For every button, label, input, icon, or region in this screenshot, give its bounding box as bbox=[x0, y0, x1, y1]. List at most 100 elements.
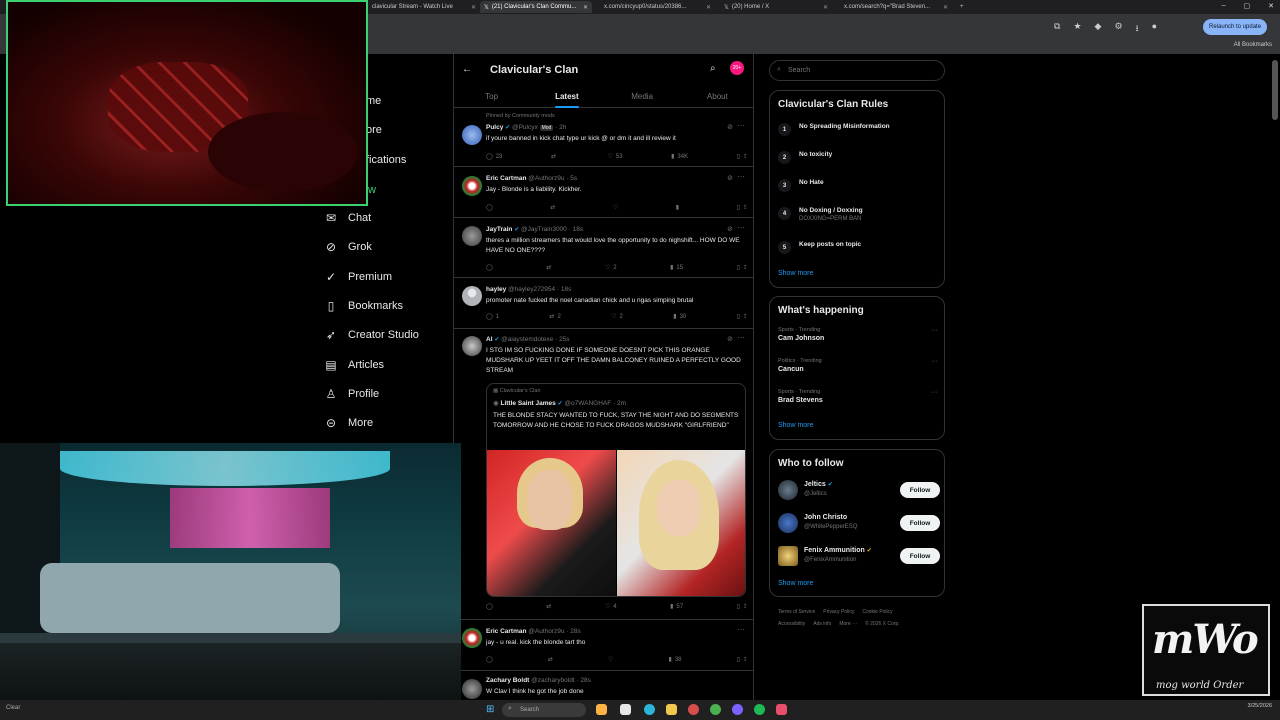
taskbar-search[interactable]: ⌕ Search bbox=[502, 703, 586, 717]
nav-partial-explore[interactable]: ore bbox=[366, 124, 382, 136]
quote-image-right[interactable] bbox=[617, 450, 745, 596]
app-icon[interactable] bbox=[596, 704, 607, 715]
reply-button[interactable]: ◯ bbox=[486, 603, 493, 610]
browser-tab[interactable]: 𝕏 (20) Home / X ✕ bbox=[720, 1, 832, 13]
views-button[interactable]: ▮ 38 bbox=[669, 656, 682, 664]
browser-tab[interactable]: clavicular Stream - Watch Live ✕ bbox=[368, 1, 480, 13]
author-name[interactable]: Zachary Boldt bbox=[486, 677, 529, 684]
tab-top[interactable]: Top bbox=[454, 86, 529, 107]
close-icon[interactable]: ✕ bbox=[471, 4, 476, 11]
nav-chat[interactable]: ✉ Chat bbox=[324, 211, 371, 225]
post[interactable]: Eric Cartman @Authorz9u · 5s ⊘ ··· Jay -… bbox=[454, 168, 753, 218]
relaunch-button[interactable]: Relaunch to update bbox=[1203, 19, 1268, 35]
trend-item[interactable]: Politics · Trending Cancun ··· bbox=[778, 358, 938, 373]
follow-suggestion[interactable]: Jeltics ✔ @Jeltics Follow bbox=[778, 478, 940, 502]
footer-link[interactable]: More ··· bbox=[839, 621, 857, 627]
author-handle[interactable]: @zacharyboldt bbox=[531, 677, 574, 684]
close-icon[interactable]: ✕ bbox=[943, 4, 948, 11]
app-icon[interactable] bbox=[776, 704, 787, 715]
new-tab-button[interactable]: + bbox=[956, 1, 970, 13]
browser-tab[interactable]: x.com/cincyup0/status/20386... ✕ bbox=[600, 1, 715, 13]
close-window-icon[interactable]: ✕ bbox=[1268, 2, 1274, 10]
avatar[interactable] bbox=[462, 226, 482, 246]
share-icon[interactable]: ⇪ bbox=[743, 204, 748, 211]
footer-link[interactable]: Terms of Service bbox=[778, 609, 815, 615]
reply-button[interactable]: ◯ 1 bbox=[486, 313, 499, 321]
nav-bookmarks[interactable]: ▯ Bookmarks bbox=[324, 299, 403, 313]
nav-partial-home[interactable]: me bbox=[366, 95, 381, 107]
nav-partial-follow[interactable]: w bbox=[368, 184, 376, 196]
profile-icon[interactable]: ● bbox=[1152, 21, 1157, 37]
post[interactable]: Pinned by Community mods Pulcy ✔ @Pulcyx… bbox=[454, 109, 753, 167]
share-icon[interactable]: ⇪ bbox=[743, 153, 748, 160]
extension-icon[interactable]: ◆ bbox=[1095, 21, 1102, 37]
follow-button[interactable]: Follow bbox=[900, 515, 940, 531]
system-tray[interactable]: 3/25/2026 bbox=[1248, 702, 1272, 710]
bookmark-icon[interactable]: ▯ bbox=[737, 204, 740, 211]
show-more-link[interactable]: Show more bbox=[778, 580, 813, 587]
edge-icon[interactable] bbox=[644, 704, 655, 715]
close-icon[interactable]: ✕ bbox=[583, 4, 588, 11]
more-icon[interactable]: ··· bbox=[737, 625, 745, 634]
author-handle[interactable]: @aiaystemdotexe bbox=[501, 336, 553, 343]
puzzle-icon[interactable]: ⚙ bbox=[1114, 21, 1122, 37]
repost-button[interactable]: ⇄ bbox=[551, 153, 559, 160]
back-arrow-icon[interactable]: ← bbox=[462, 64, 472, 75]
reply-button[interactable]: ◯ bbox=[486, 264, 493, 271]
show-more-link[interactable]: Show more bbox=[778, 270, 813, 277]
repost-button[interactable]: ⇄ bbox=[546, 264, 551, 271]
grok-icon[interactable]: ⊘ bbox=[727, 174, 733, 182]
grok-icon[interactable]: ⊘ bbox=[727, 335, 733, 343]
like-button[interactable]: ♡ 2 bbox=[611, 313, 623, 321]
avatar[interactable] bbox=[462, 628, 482, 648]
maximize-icon[interactable]: ▢ bbox=[1244, 2, 1251, 10]
weather-widget[interactable]: Clear bbox=[6, 705, 20, 711]
browser-tab[interactable]: x.com/search?q="Brad Steven... ✕ bbox=[840, 1, 952, 13]
app-icon[interactable] bbox=[688, 704, 699, 715]
reply-button[interactable]: ◯ 23 bbox=[486, 153, 502, 161]
show-more-link[interactable]: Show more bbox=[778, 422, 813, 429]
author-handle[interactable]: @Authorz9u bbox=[528, 175, 564, 182]
scrollbar[interactable] bbox=[1272, 60, 1278, 120]
bookmark-icon[interactable]: ▯ bbox=[737, 264, 740, 271]
more-icon[interactable]: ··· bbox=[737, 333, 745, 342]
more-icon[interactable]: ··· bbox=[737, 121, 745, 130]
star-icon[interactable]: ★ bbox=[1073, 21, 1081, 37]
quoted-post[interactable]: ▦ Clavicular's Clan ◉ Little Saint James… bbox=[486, 383, 746, 597]
search-input[interactable]: ⌕ Search bbox=[769, 60, 945, 81]
like-button[interactable]: ♡ bbox=[613, 204, 618, 211]
like-button[interactable]: ♡ 4 bbox=[605, 603, 617, 611]
follow-button[interactable]: Follow bbox=[900, 482, 940, 498]
repost-button[interactable]: ⇄ 2 bbox=[549, 313, 560, 321]
author-handle[interactable]: @Pulcyx bbox=[512, 124, 538, 131]
views-button[interactable]: ▮ 15 bbox=[670, 264, 683, 272]
tab-latest[interactable]: Latest bbox=[529, 86, 604, 107]
views-button[interactable]: ▮ 34K bbox=[671, 153, 688, 161]
footer-link[interactable]: Ads info bbox=[813, 621, 831, 627]
more-icon[interactable]: ··· bbox=[931, 327, 938, 334]
author-name[interactable]: JayTrain bbox=[486, 226, 512, 233]
chrome-icon[interactable] bbox=[710, 704, 721, 715]
minimize-icon[interactable]: – bbox=[1222, 2, 1226, 10]
nav-partial-notifications[interactable]: fications bbox=[366, 154, 406, 166]
app-icon[interactable] bbox=[620, 704, 631, 715]
nav-more[interactable]: ⊝ More bbox=[324, 416, 373, 430]
trend-item[interactable]: Sports · Trending Cam Johnson ··· bbox=[778, 327, 938, 342]
trend-item[interactable]: Sports · Trending Brad Stevens ··· bbox=[778, 389, 938, 404]
post[interactable]: Al ✔ @aiaystemdotexe · 25s ⊘ ··· I STG I… bbox=[454, 330, 753, 620]
tab-media[interactable]: Media bbox=[605, 86, 680, 107]
repost-button[interactable]: ⇄ bbox=[546, 603, 551, 610]
bookmark-icon[interactable]: ▯ bbox=[737, 313, 740, 320]
repost-button[interactable]: ⇄ bbox=[548, 656, 553, 663]
app-icon[interactable] bbox=[732, 704, 743, 715]
avatar[interactable] bbox=[778, 546, 798, 566]
share-icon[interactable]: ⇪ bbox=[743, 313, 748, 320]
more-icon[interactable]: ··· bbox=[931, 358, 938, 365]
grok-icon[interactable]: ⊘ bbox=[727, 225, 733, 233]
post[interactable]: Zachary Boldt @zacharyboldt · 28s W Clav… bbox=[454, 672, 753, 700]
bookmark-icon[interactable]: ▯ bbox=[737, 656, 740, 663]
search-icon[interactable]: ⌕ bbox=[710, 63, 716, 74]
spotify-icon[interactable] bbox=[754, 704, 765, 715]
like-button[interactable]: ♡ 2 bbox=[605, 264, 617, 272]
reply-button[interactable]: ◯ bbox=[486, 656, 493, 663]
